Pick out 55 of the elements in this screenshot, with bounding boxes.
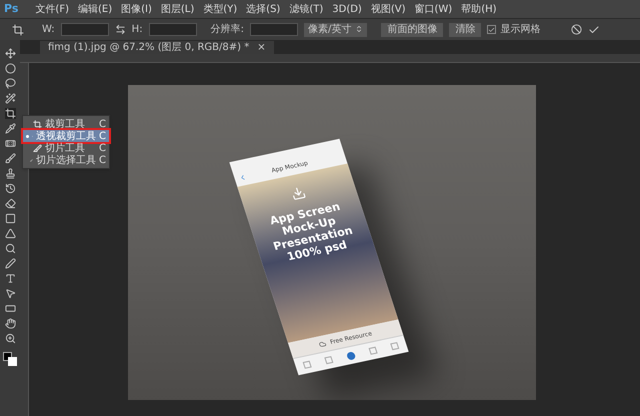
tool-icon[interactable] xyxy=(4,78,16,89)
tool-icon[interactable] xyxy=(4,63,16,74)
resolution-label: 分辨率: xyxy=(210,22,244,37)
tool-icon[interactable] xyxy=(4,123,16,134)
tool-icon[interactable] xyxy=(4,303,16,314)
cancel-icon[interactable] xyxy=(571,24,582,35)
tool-icon[interactable] xyxy=(4,108,16,119)
tool-icon[interactable] xyxy=(4,258,16,269)
tool-icon[interactable] xyxy=(4,273,16,284)
cloud-icon xyxy=(318,340,328,348)
flyout-item[interactable]: 裁剪工具 C xyxy=(23,118,109,130)
crop-icon[interactable] xyxy=(12,24,24,36)
tool-icon[interactable] xyxy=(4,318,16,329)
menu-item[interactable]: 类型(Y) xyxy=(203,2,238,16)
menu-item[interactable]: 窗口(W) xyxy=(414,2,452,16)
menu-item[interactable]: 编辑(E) xyxy=(78,2,112,16)
flyout-item[interactable]: 透视裁剪工具 C xyxy=(23,130,109,142)
resolution-field[interactable] xyxy=(250,23,298,36)
tool-icon[interactable] xyxy=(4,168,16,179)
tool-icon[interactable] xyxy=(4,93,16,104)
document-tab[interactable]: fimg (1).jpg @ 67.2% (图层 0, RGB/8#) * × xyxy=(40,41,274,54)
menu-item[interactable]: 帮助(H) xyxy=(461,2,497,16)
unit-dropdown[interactable]: 像素/英寸 xyxy=(304,22,368,36)
commit-icon[interactable] xyxy=(588,24,600,36)
menu-item[interactable]: 视图(V) xyxy=(370,2,406,16)
width-label: W: xyxy=(42,23,55,37)
tool-icon[interactable] xyxy=(4,243,16,254)
show-grid-checkbox[interactable]: 显示网格 xyxy=(487,22,540,37)
tool-icon[interactable] xyxy=(4,213,16,224)
tool-icon[interactable] xyxy=(4,198,16,209)
flyout-item[interactable]: 切片工具 C xyxy=(23,142,109,154)
tool-icon[interactable] xyxy=(4,183,16,194)
menu-item[interactable]: 3D(D) xyxy=(332,2,362,16)
tool-icon[interactable] xyxy=(4,228,16,239)
tool-icon[interactable] xyxy=(4,288,16,299)
clear-button[interactable]: 清除 xyxy=(449,22,482,36)
menu-item[interactable]: 图层(L) xyxy=(160,2,194,16)
menu-item[interactable]: 滤镜(T) xyxy=(289,2,324,16)
tool-icon[interactable] xyxy=(4,48,16,59)
height-field[interactable] xyxy=(148,23,197,36)
tool-icon[interactable] xyxy=(4,138,16,149)
width-field[interactable] xyxy=(60,23,109,36)
dropdown-arrows-icon xyxy=(355,24,364,33)
swap-icon[interactable] xyxy=(114,24,126,35)
tool-icon[interactable] xyxy=(4,153,16,164)
flyout-item[interactable]: 切片选择工具 C xyxy=(23,154,109,166)
tool-icon[interactable] xyxy=(4,333,16,344)
menu-item[interactable]: 文件(F) xyxy=(35,2,69,16)
front-image-button[interactable]: 前面的图像 xyxy=(381,22,444,36)
menu-item[interactable]: 选择(S) xyxy=(246,2,280,16)
app-logo: Ps xyxy=(4,0,18,17)
color-swatches-icon[interactable] xyxy=(3,352,17,366)
menu-item[interactable]: 图像(I) xyxy=(121,2,152,16)
height-label: H: xyxy=(132,23,143,37)
crop-icon xyxy=(33,120,42,128)
